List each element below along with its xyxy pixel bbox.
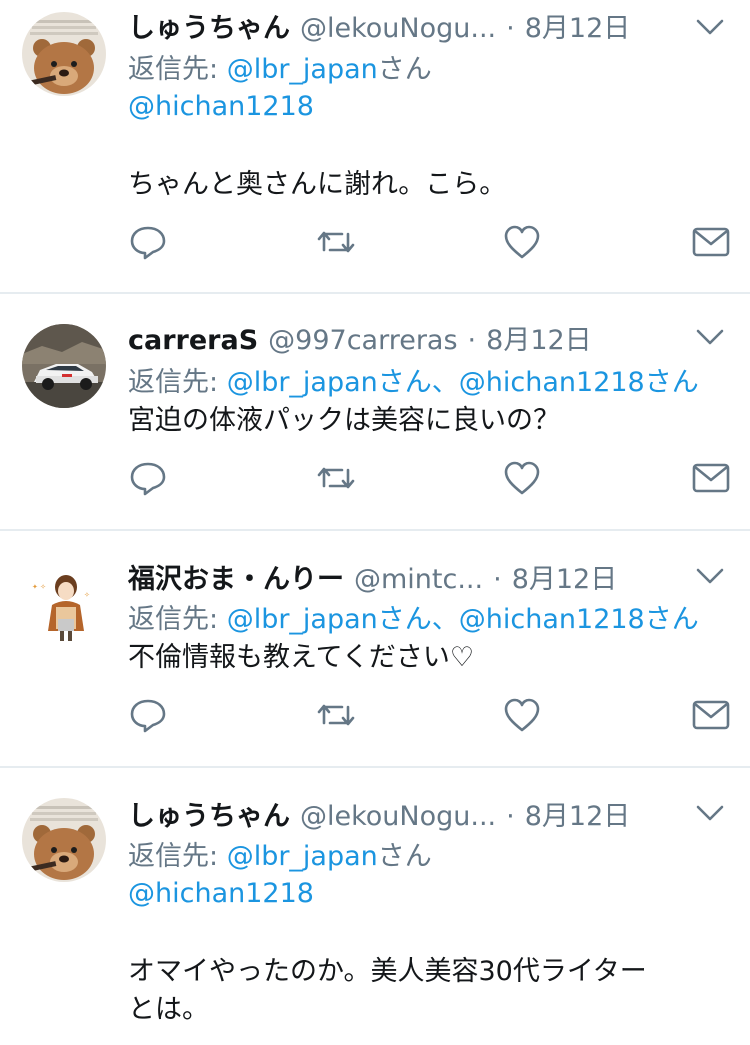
tweet-header: しゅうちゃん @lekouNogu... · 8月12日 <box>128 794 680 834</box>
honorific: さん <box>644 604 699 635</box>
teddy-bear-avatar <box>22 798 106 882</box>
display-name[interactable]: しゅうちゃん <box>128 794 290 833</box>
tweet-text-line: オマイやったのか。美人美容30代ライター <box>128 956 647 987</box>
honorific: さん <box>377 54 432 85</box>
tweet-actions <box>128 222 731 262</box>
retweet-icon[interactable] <box>316 222 356 262</box>
honorific: さん、 <box>377 604 459 635</box>
reply-to-line-2: @hichan1218 <box>128 88 730 126</box>
mention-link[interactable]: @lbr_japan <box>227 841 378 872</box>
user-handle[interactable]: @mintc... <box>354 564 483 595</box>
mention-link[interactable]: @hichan1218 <box>459 604 645 635</box>
svg-text:✧: ✧ <box>84 591 90 599</box>
mention-link[interactable]: @hichan1218 <box>128 878 314 909</box>
reply-prefix: 返信先: <box>128 841 227 872</box>
display-name[interactable]: 福沢おま・んりー <box>128 557 344 596</box>
user-handle[interactable]: @997carreras <box>268 325 457 356</box>
chevron-down-icon[interactable] <box>694 802 726 824</box>
avatar[interactable] <box>22 798 106 882</box>
like-icon[interactable] <box>502 222 542 262</box>
direct-message-icon[interactable] <box>691 222 731 262</box>
display-name[interactable]: carreraS <box>128 325 258 356</box>
tweet-text: 不倫情報も教えてください♡ <box>128 639 730 677</box>
tweet[interactable]: しゅうちゃん @lekouNogu... · 8月12日 返信先: @lbr_j… <box>0 768 750 1045</box>
separator-dot: · <box>467 325 477 356</box>
reply-icon[interactable] <box>128 695 168 735</box>
chevron-down-icon[interactable] <box>694 565 726 587</box>
anime-girl-avatar: ✦ ✧ ✧ <box>22 561 106 645</box>
tweet-actions <box>128 458 731 498</box>
timestamp[interactable]: 8月12日 <box>525 6 631 45</box>
reply-icon[interactable] <box>128 458 168 498</box>
tweet-text-line: 宮迫の体液パックは美容に良いの？ <box>128 405 560 436</box>
honorific: さん <box>644 367 699 398</box>
display-name[interactable]: しゅうちゃん <box>128 6 290 45</box>
avatar[interactable] <box>22 324 106 408</box>
like-icon[interactable] <box>502 695 542 735</box>
svg-text:✦ ✧: ✦ ✧ <box>32 583 46 591</box>
tweet[interactable]: ✦ ✧ ✧ 福沢おま・んりー @mintc... · 8月12日 返信先: @l… <box>0 531 750 766</box>
honorific: さん、 <box>377 367 459 398</box>
reply-to-line: 返信先: @lbr_japanさん、@hichan1218さん <box>128 601 730 639</box>
user-handle[interactable]: @lekouNogu... <box>300 13 496 44</box>
tweet-text-line: ちゃんと奥さんに謝れ。こら。 <box>128 169 507 200</box>
separator-dot: · <box>506 801 515 832</box>
tweet-text: オマイやったのか。美人美容30代ライター とは。 <box>128 953 730 1029</box>
mention-link[interactable]: @lbr_japan <box>227 367 378 398</box>
tweet-text-line: とは。 <box>128 994 209 1025</box>
tweet[interactable]: しゅうちゃん @lekouNogu... · 8月12日 返信先: @lbr_j… <box>0 0 750 292</box>
reply-prefix: 返信先: <box>128 367 227 398</box>
reply-prefix: 返信先: <box>128 604 227 635</box>
honorific: さん <box>377 841 432 872</box>
reply-to-line: 返信先: @lbr_japanさん <box>128 838 730 876</box>
timestamp[interactable]: 8月12日 <box>486 318 592 357</box>
mention-link[interactable]: @hichan1218 <box>459 367 645 398</box>
reply-to-line: 返信先: @lbr_japanさん <box>128 51 730 89</box>
tweet[interactable]: carreraS @997carreras · 8月12日 返信先: @lbr_… <box>0 294 750 529</box>
chevron-down-icon[interactable] <box>694 16 726 38</box>
mention-link[interactable]: @hichan1218 <box>128 91 314 122</box>
teddy-bear-avatar <box>22 12 106 96</box>
tweet-feed: しゅうちゃん @lekouNogu... · 8月12日 返信先: @lbr_j… <box>0 0 750 1045</box>
separator-dot: · <box>506 13 515 44</box>
tweet-actions <box>128 695 731 735</box>
avatar[interactable] <box>22 12 106 96</box>
mention-link[interactable]: @lbr_japan <box>227 604 378 635</box>
reply-to-line: 返信先: @lbr_japanさん、@hichan1218さん <box>128 364 730 402</box>
reply-to-line-2: @hichan1218 <box>128 875 730 913</box>
reply-icon[interactable] <box>128 222 168 262</box>
tweet-text-line: 不倫情報も教えてください♡ <box>128 642 475 673</box>
direct-message-icon[interactable] <box>691 458 731 498</box>
chevron-down-icon[interactable] <box>694 326 726 348</box>
tweet-text: 宮迫の体液パックは美容に良いの？ <box>128 402 730 440</box>
avatar[interactable]: ✦ ✧ ✧ <box>22 561 106 645</box>
retweet-icon[interactable] <box>316 695 356 735</box>
separator-dot: · <box>493 564 502 595</box>
direct-message-icon[interactable] <box>691 695 731 735</box>
tweet-header: しゅうちゃん @lekouNogu... · 8月12日 <box>128 6 680 46</box>
user-handle[interactable]: @lekouNogu... <box>300 801 496 832</box>
retweet-icon[interactable] <box>316 458 356 498</box>
like-icon[interactable] <box>502 458 542 498</box>
timestamp[interactable]: 8月12日 <box>525 794 631 833</box>
tweet-header: 福沢おま・んりー @mintc... · 8月12日 <box>128 557 680 597</box>
tweet-text: ちゃんと奥さんに謝れ。こら。 <box>128 166 730 204</box>
tweet-header: carreraS @997carreras · 8月12日 <box>128 318 680 358</box>
timestamp[interactable]: 8月12日 <box>512 557 618 596</box>
sports-car-avatar <box>22 324 106 408</box>
mention-link[interactable]: @lbr_japan <box>227 54 378 85</box>
reply-prefix: 返信先: <box>128 54 227 85</box>
